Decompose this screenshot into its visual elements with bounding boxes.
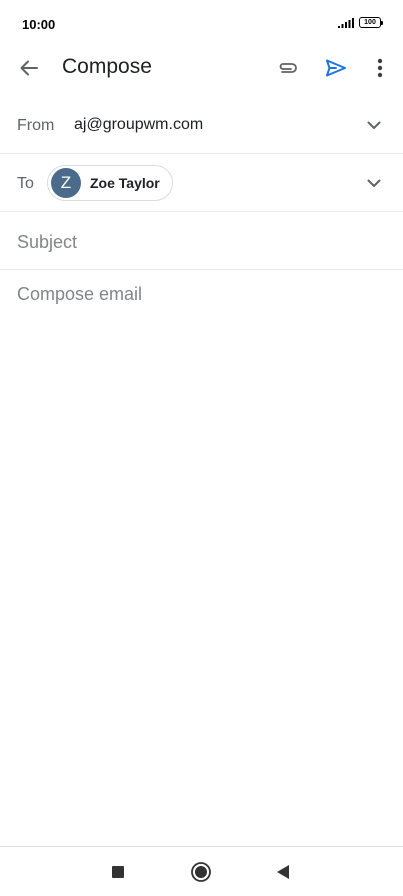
system-back-button[interactable] [270,859,296,885]
status-icons: 100 [338,17,383,28]
compose-body-input[interactable] [17,284,387,824]
from-expand-button[interactable] [362,113,386,137]
recipient-chip[interactable]: Z Zoe Taylor [47,165,173,201]
status-bar: 10:00 100 [0,0,403,48]
home-icon [191,862,211,882]
back-arrow-icon [20,60,38,76]
from-label: From [17,117,55,134]
from-address[interactable]: aj@groupwm.com [74,116,203,134]
back-button[interactable] [14,53,44,83]
battery-icon: 100 [359,17,383,28]
send-button[interactable] [321,53,351,83]
attach-button[interactable] [272,53,302,83]
avatar-initial: Z [60,173,72,192]
to-row: To Z Zoe Taylor [0,154,403,212]
recents-icon [112,866,124,878]
more-vert-icon [377,58,383,78]
from-row: From aj@groupwm.com [0,97,403,154]
more-options-button[interactable] [366,53,394,83]
send-icon [326,59,346,77]
chevron-down-icon [367,179,381,187]
recipient-name: Zoe Taylor [90,175,160,191]
status-time: 10:00 [22,17,56,32]
subject-row [0,212,403,270]
home-button[interactable] [188,859,214,885]
signal-icon [338,17,354,28]
subject-input[interactable] [17,230,387,254]
battery-level: 100 [364,19,376,26]
page-title: Compose [62,55,152,78]
recents-button[interactable] [105,859,131,885]
avatar: Z [51,168,81,198]
chevron-down-icon [367,121,381,129]
app-bar: Compose [0,44,403,90]
back-triangle-icon [277,865,289,879]
to-expand-button[interactable] [362,171,386,195]
paperclip-icon [279,63,297,73]
system-nav-bar [0,846,403,896]
to-label: To [17,175,34,192]
